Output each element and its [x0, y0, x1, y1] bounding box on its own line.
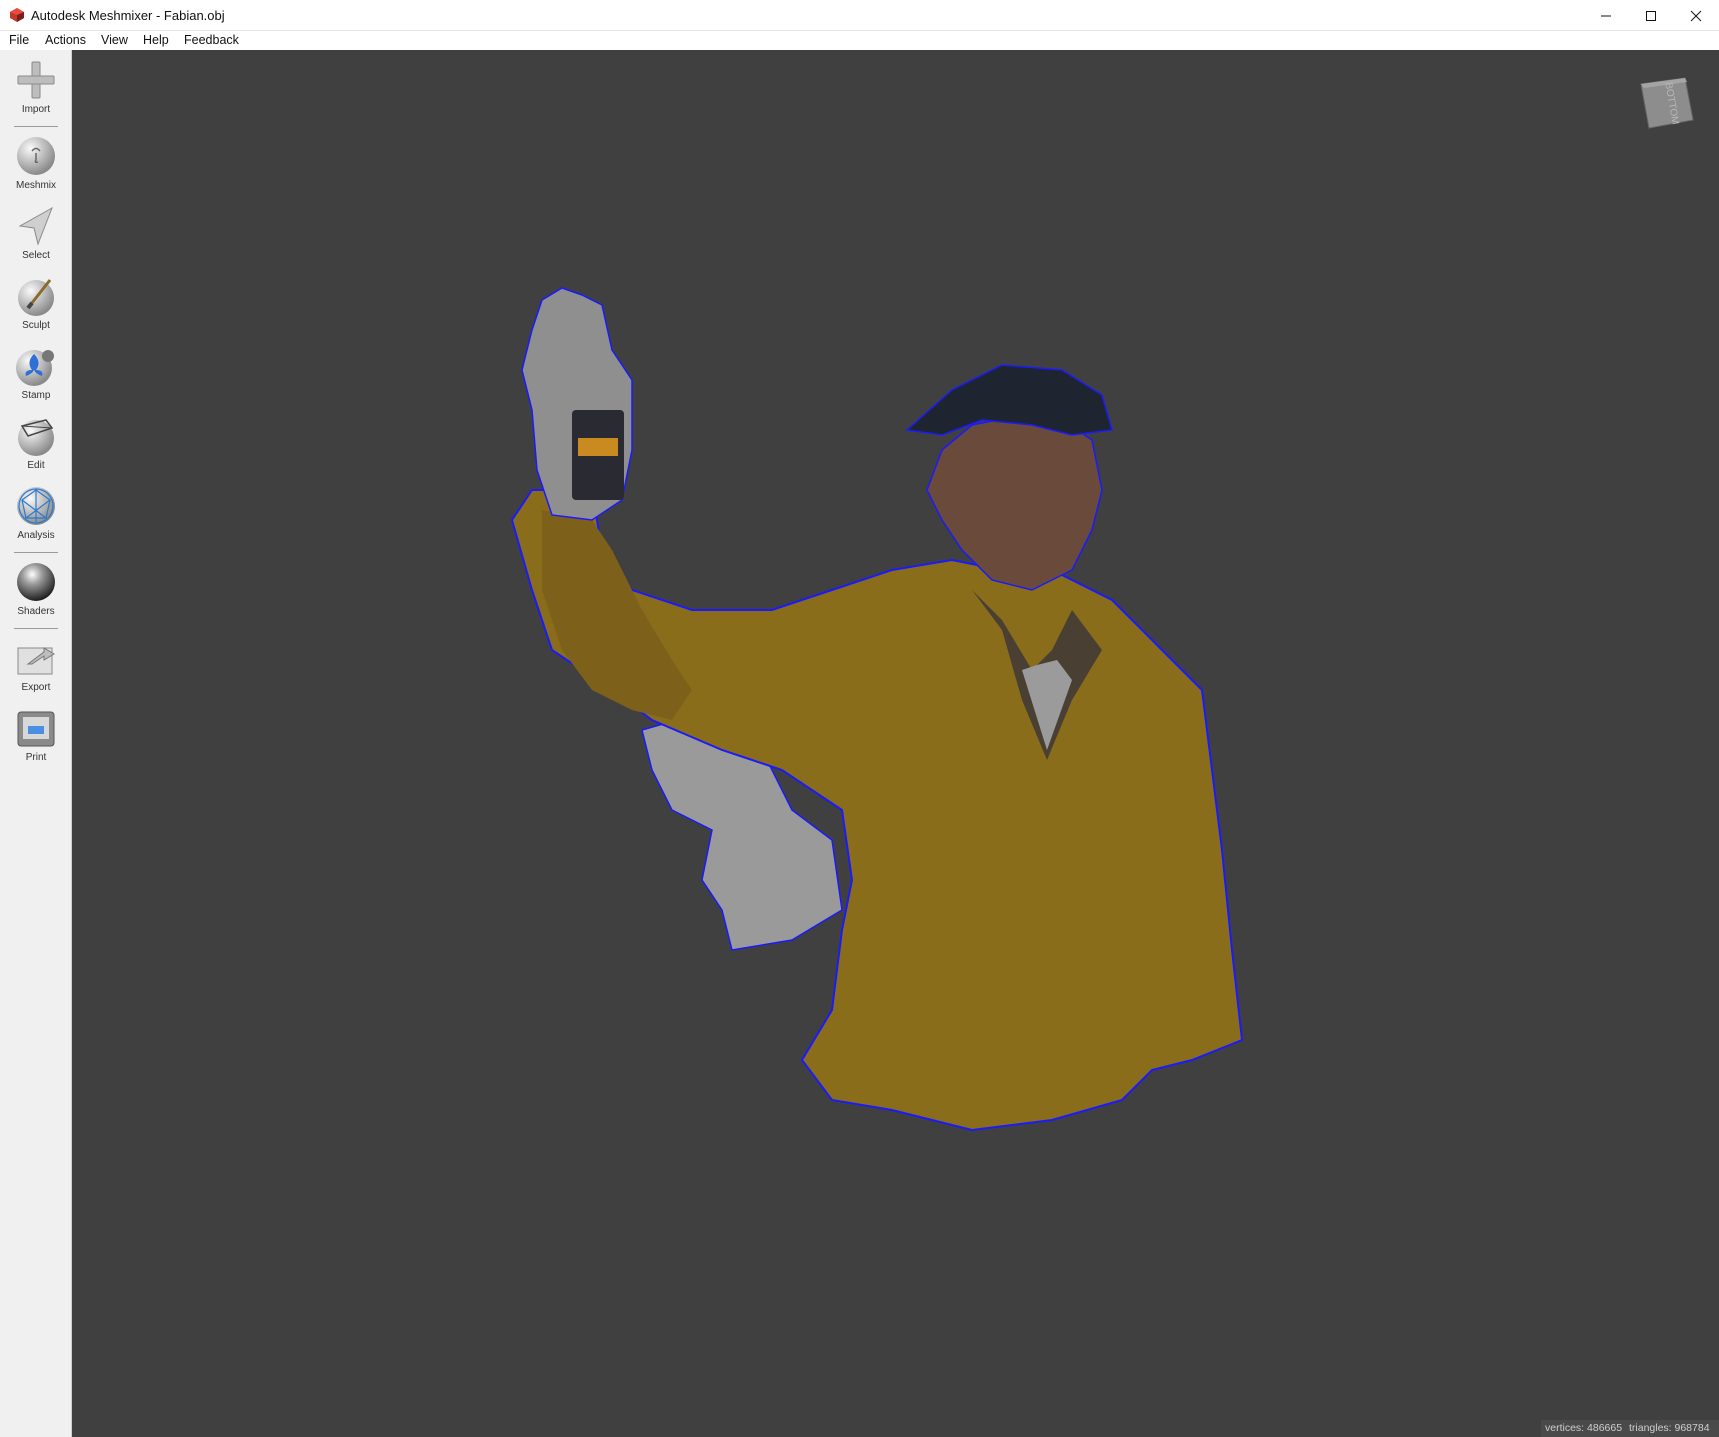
sculpt-icon: [18, 279, 54, 316]
status-bar: vertices: 486665 triangles: 968784: [1541, 1420, 1719, 1437]
menu-help[interactable]: Help: [143, 33, 169, 47]
tool-label: Shaders: [17, 606, 55, 617]
tool-export[interactable]: Export: [0, 636, 72, 693]
menu-bar: File Actions View Help Feedback: [0, 31, 1719, 50]
stamp-icon: [16, 350, 54, 386]
tool-stamp[interactable]: Stamp: [0, 344, 72, 401]
print-icon: [17, 711, 55, 747]
minimize-icon: [1601, 15, 1611, 16]
tool-label: Export: [21, 682, 51, 693]
tool-sidebar: Import Meshmix Select Sculpt Stamp Edit …: [0, 50, 72, 1437]
tool-edit[interactable]: Edit: [0, 414, 72, 471]
window-title: Autodesk Meshmixer - Fabian.obj: [31, 8, 225, 23]
triangle-count: triangles: 968784: [1628, 1422, 1710, 1434]
tool-label: Analysis: [17, 530, 55, 541]
menu-actions[interactable]: Actions: [45, 33, 86, 47]
tool-label: Import: [21, 104, 51, 115]
menu-view[interactable]: View: [101, 33, 128, 47]
tool-label: Stamp: [21, 390, 51, 401]
import-icon: [17, 61, 55, 99]
divider: [14, 628, 58, 629]
tool-label: Print: [25, 752, 47, 763]
title-bar: Autodesk Meshmixer - Fabian.obj: [0, 0, 1719, 31]
tool-analysis[interactable]: Analysis: [0, 484, 72, 541]
tool-select[interactable]: Select: [0, 204, 72, 261]
maximize-button[interactable]: [1628, 0, 1674, 31]
tool-label: Select: [22, 250, 50, 261]
3d-viewport[interactable]: BOTTOM vertices: 486665 triangles: 96878…: [72, 50, 1719, 1437]
meshmix-icon: [17, 137, 55, 175]
tool-shaders[interactable]: Shaders: [0, 560, 72, 617]
viewcube[interactable]: BOTTOM: [1635, 74, 1697, 136]
edit-icon: [18, 419, 54, 456]
minimize-button[interactable]: [1583, 0, 1629, 31]
mesh-model[interactable]: [72, 50, 1719, 1437]
tool-sculpt[interactable]: Sculpt: [0, 274, 72, 331]
tool-meshmix[interactable]: Meshmix: [0, 134, 72, 191]
tool-label: Sculpt: [22, 320, 50, 331]
meshmixer-app-icon: [10, 8, 24, 22]
divider: [14, 552, 58, 553]
maximize-icon: [1646, 10, 1656, 21]
divider: [14, 126, 58, 127]
vertex-count: vertices: 486665: [1545, 1422, 1623, 1434]
close-icon: [1690, 10, 1702, 21]
tool-label: Edit: [27, 460, 45, 471]
export-icon: [17, 647, 55, 675]
select-icon: [18, 206, 53, 246]
shaders-icon: [17, 563, 55, 601]
tool-print[interactable]: Print: [0, 706, 72, 763]
close-button[interactable]: [1673, 0, 1719, 31]
menu-feedback[interactable]: Feedback: [184, 33, 239, 47]
tool-import[interactable]: Import: [0, 58, 72, 115]
menu-file[interactable]: File: [9, 33, 29, 47]
analysis-icon: [17, 487, 55, 525]
tool-label: Meshmix: [15, 180, 56, 191]
